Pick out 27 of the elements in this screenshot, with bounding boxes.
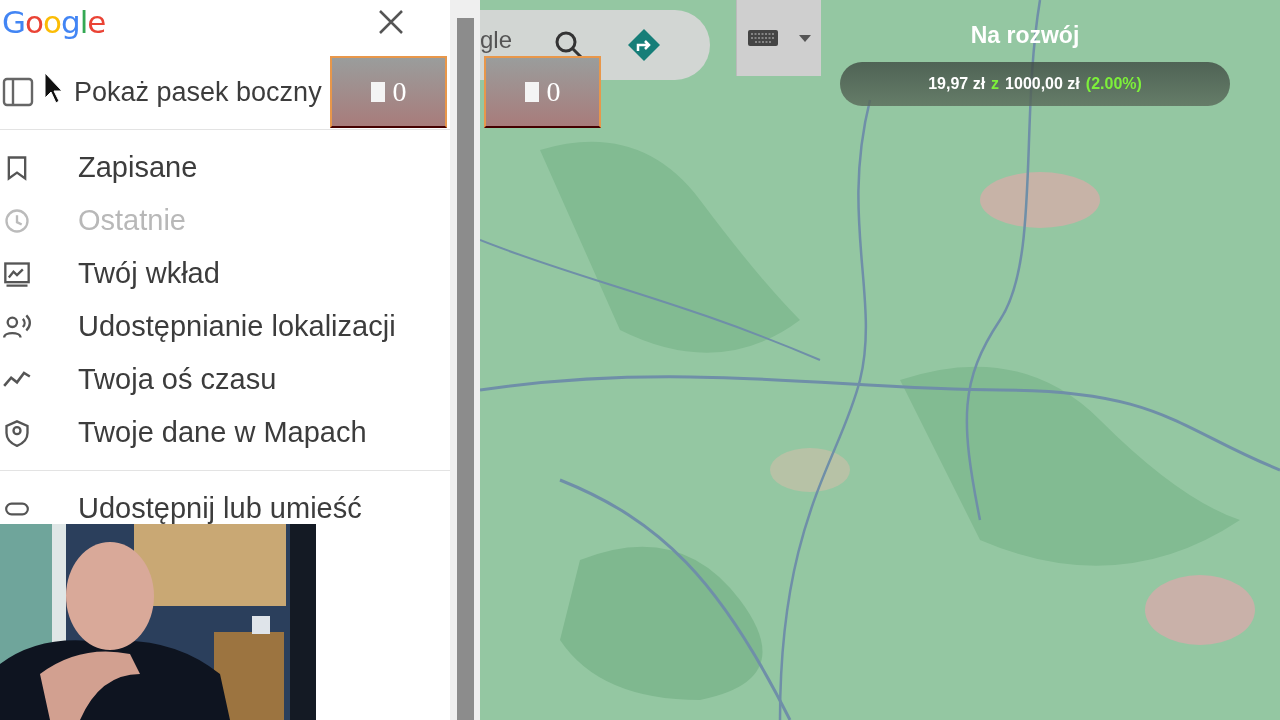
goal-target: 1000,00 zł (1005, 75, 1080, 93)
close-icon[interactable] (378, 9, 404, 35)
google-logo: Google (2, 4, 106, 40)
goal-title: Na rozwój (969, 22, 1081, 49)
directions-icon[interactable] (626, 27, 662, 63)
menu-item[interactable]: Twoja oś czasu (78, 363, 277, 396)
menu-item[interactable]: Zapisane (78, 151, 198, 184)
caret-icon (798, 34, 811, 42)
goal-percent: (2.00%) (1085, 75, 1142, 93)
page-icon (370, 82, 385, 102)
goal-separator: z (991, 75, 1000, 93)
menu-item[interactable]: Twoje dane w Mapach (78, 416, 367, 449)
goal-raised: 19,97 zł (928, 75, 986, 93)
scrollbar-thumb[interactable] (456, 18, 474, 720)
keyboard-icon (747, 30, 778, 46)
page-icon (524, 82, 539, 102)
counter-value: 0 (392, 76, 407, 108)
show-sidebar-link[interactable]: Pokaż pasek boczny (74, 76, 322, 108)
menu-item[interactable]: Udostępnianie lokalizacji (78, 310, 396, 343)
share-menu-item[interactable]: Udostępnij lub umieść (78, 492, 362, 525)
search-field[interactable]: gle (480, 26, 540, 54)
people-icon (0, 312, 34, 341)
cursor-icon (44, 72, 64, 104)
sidebar-icon (0, 77, 34, 107)
keyboard-button[interactable] (736, 0, 821, 76)
counter-value: 0 (546, 76, 561, 108)
menu-item[interactable]: Twój wkład (78, 257, 220, 290)
